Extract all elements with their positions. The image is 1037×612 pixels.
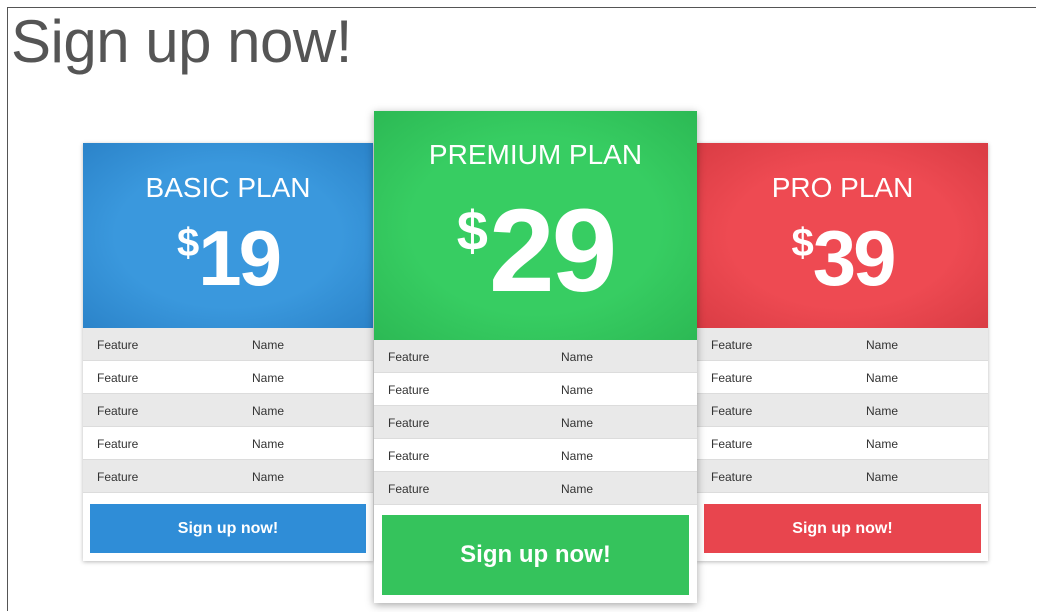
feature-row: Feature Name bbox=[374, 340, 697, 373]
currency-symbol: $ bbox=[176, 221, 199, 265]
plan-name: PRO PLAN bbox=[771, 172, 914, 203]
feature-row: Feature Name bbox=[83, 427, 373, 460]
feature-row: Feature Name bbox=[697, 427, 988, 460]
feature-label: Feature bbox=[388, 416, 430, 430]
feature-row: Feature Name bbox=[374, 373, 697, 406]
feature-value: Name bbox=[866, 404, 899, 418]
feature-row: Feature Name bbox=[374, 406, 697, 439]
feature-value: Name bbox=[866, 437, 899, 451]
plan-price: $19 bbox=[83, 215, 373, 301]
feature-label: Feature bbox=[711, 371, 753, 385]
price-amount: 39 bbox=[812, 214, 897, 302]
plan-card-pro: PRO PLAN $39 Feature Name Feature Name Fea… bbox=[697, 143, 988, 561]
feature-value: Name bbox=[866, 371, 899, 385]
feature-row: Feature Name bbox=[697, 361, 988, 394]
feature-value: Name bbox=[561, 416, 594, 430]
plan-price: $39 bbox=[697, 215, 988, 301]
signup-button-pro[interactable]: Sign up now! bbox=[704, 504, 981, 553]
feature-label: Feature bbox=[388, 449, 430, 463]
plan-header-pro: PRO PLAN $39 bbox=[697, 143, 988, 328]
price-amount: 29 bbox=[488, 185, 617, 317]
currency-symbol: $ bbox=[791, 221, 813, 265]
feature-row: Feature Name bbox=[697, 460, 988, 493]
feature-label: Feature bbox=[711, 338, 753, 352]
plan-header-basic: BASIC PLAN $19 bbox=[83, 143, 373, 328]
feature-row: Feature Name bbox=[697, 328, 988, 361]
plan-name: BASIC PLAN bbox=[145, 172, 311, 203]
feature-label: Feature bbox=[97, 470, 139, 484]
feature-value: Name bbox=[866, 470, 899, 484]
feature-label: Feature bbox=[97, 371, 139, 385]
feature-value: Name bbox=[252, 338, 285, 352]
feature-value: Name bbox=[252, 437, 285, 451]
feature-label: Feature bbox=[97, 338, 139, 352]
feature-label: Feature bbox=[388, 482, 430, 496]
feature-row: Feature Name bbox=[374, 472, 697, 505]
plan-price: $29 bbox=[374, 191, 697, 311]
feature-label: Feature bbox=[711, 437, 753, 451]
plan-card-premium: PREMIUM PLAN $29 Feature Name Feature Name… bbox=[374, 111, 697, 603]
signup-button-basic[interactable]: Sign up now! bbox=[90, 504, 366, 553]
plan-name: PREMIUM PLAN bbox=[428, 139, 643, 170]
feature-label: Feature bbox=[711, 470, 753, 484]
feature-row: Feature Name bbox=[83, 460, 373, 493]
feature-value: Name bbox=[561, 449, 594, 463]
feature-label: Feature bbox=[97, 404, 139, 418]
feature-row: Feature Name bbox=[83, 328, 373, 361]
feature-row: Feature Name bbox=[83, 394, 373, 427]
feature-list: Feature Name Feature Name Feature Name Feat… bbox=[374, 340, 697, 505]
feature-label: Feature bbox=[388, 350, 430, 364]
feature-value: Name bbox=[252, 470, 285, 484]
plan-card-basic: BASIC PLAN $19 Feature Name Feature Name F… bbox=[83, 143, 373, 561]
feature-value: Name bbox=[252, 404, 285, 418]
feature-value: Name bbox=[866, 338, 899, 352]
feature-label: Feature bbox=[711, 404, 753, 418]
feature-value: Name bbox=[252, 371, 285, 385]
price-amount: 19 bbox=[198, 214, 282, 302]
feature-value: Name bbox=[561, 482, 594, 496]
feature-row: Feature Name bbox=[374, 439, 697, 472]
feature-list: Feature Name Feature Name Feature Name Feat… bbox=[697, 328, 988, 493]
page-title: Sign up now! bbox=[11, 8, 352, 75]
feature-list: Feature Name Feature Name Feature Name Feat… bbox=[83, 328, 373, 493]
feature-label: Feature bbox=[388, 383, 430, 397]
signup-button-premium[interactable]: Sign up now! bbox=[382, 515, 689, 595]
feature-label: Feature bbox=[97, 437, 139, 451]
feature-row: Feature Name bbox=[83, 361, 373, 394]
currency-symbol: $ bbox=[456, 199, 488, 262]
plan-header-premium: PREMIUM PLAN $29 bbox=[374, 111, 697, 340]
feature-value: Name bbox=[561, 383, 594, 397]
feature-row: Feature Name bbox=[697, 394, 988, 427]
feature-value: Name bbox=[561, 350, 594, 364]
